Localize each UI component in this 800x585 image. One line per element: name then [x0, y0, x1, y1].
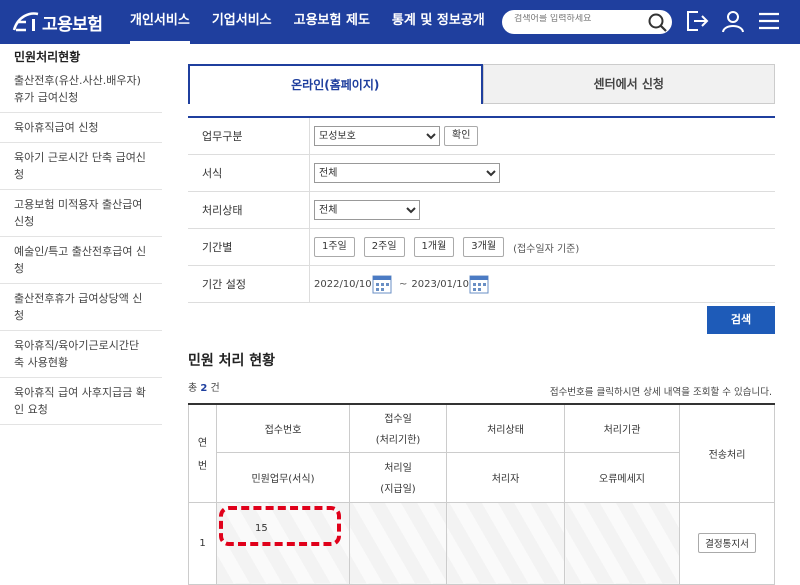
nav-business-services[interactable]: 기업서비스 [212, 0, 272, 44]
form-field: 전체 [310, 155, 500, 191]
row-no: 1 [188, 501, 217, 585]
period-1month-button[interactable]: 1개월 [413, 237, 455, 257]
logo-icon [12, 12, 39, 32]
col-status: 처리상태 [446, 403, 565, 453]
status-field: 전체 [310, 192, 420, 228]
col-no-line2: 번 [197, 461, 208, 473]
sidebar-item-parental-leave[interactable]: 육아휴직급여 신청 [0, 113, 162, 143]
date-to-input[interactable]: 2023/01/10 [411, 279, 469, 290]
col-task: 민원업무(서식) [216, 451, 350, 503]
sidebar: 민원처리현황 출산전후(유산.사산.배우자)휴가 급여신청 육아휴직급여 신청 … [0, 44, 162, 425]
work-type-label: 업무구분 [188, 118, 310, 154]
results-title: 민원 처리 현황 [188, 353, 276, 369]
form-row-period: 기간별 1주일 2주일 1개월 3개월 (접수일자 기준) [188, 229, 775, 266]
user-icon[interactable] [720, 8, 746, 34]
period-1week-button[interactable]: 1주일 [314, 237, 355, 257]
nav-statistics[interactable]: 통계 및 정보공개 [392, 0, 485, 44]
search-form: 업무구분 모성보호 확인 서식 전체 처리상태 전체 기간별 1주일 2주일 1… [188, 116, 775, 303]
count-suffix: 건 [210, 383, 220, 394]
sidebar-item-uninsured-maternity[interactable]: 고용보험 미적용자 출산급여 신청 [0, 190, 162, 237]
application-tabs: 온라인(홈페이지) 센터에서 신청 [188, 64, 775, 104]
confirm-button[interactable]: 확인 [444, 126, 479, 146]
search-icon[interactable] [646, 11, 668, 33]
nav-personal-services[interactable]: 개인서비스 [130, 0, 190, 44]
logo-text: 고용보험 [42, 14, 103, 35]
status-select[interactable]: 전체 [314, 200, 420, 220]
table-header-row: 연 번 접수번호 접수일 (처리기한) 처리상태 처리기관 전송처리 [188, 403, 775, 503]
date-field: 2022/10/10 ~ 2023/01/10 [310, 266, 492, 302]
date-separator: ~ [399, 278, 408, 290]
form-select[interactable]: 전체 [314, 163, 500, 183]
sidebar-item-maternity-equivalent[interactable]: 출산전후휴가 급여상당액 신청 [0, 284, 162, 331]
count-prefix: 총 [188, 383, 198, 394]
sidebar-item-deferred-payment[interactable]: 육아휴직 급여 사후지급금 확인 요청 [0, 378, 162, 425]
col-error: 오류메세지 [564, 451, 680, 503]
search-button[interactable]: 검색 [707, 306, 775, 334]
count-value: 2 [200, 383, 208, 394]
sidebar-title: 민원처리현황 [14, 50, 81, 64]
highlight-annotation [219, 506, 341, 546]
main-nav: 개인서비스 기업서비스 고용보험 제도 통계 및 정보공개 [130, 0, 507, 44]
sidebar-item-artist-maternity[interactable]: 예술인/특고 출산전후급여 신청 [0, 237, 162, 284]
sidebar-item-usage-status[interactable]: 육아휴직/육아기근로시간단축 사용현황 [0, 331, 162, 378]
search-box [502, 10, 672, 34]
col-no: 연 번 [188, 403, 217, 503]
col-receipt-date-line1: 접수일 [384, 414, 412, 426]
results-table: 연 번 접수번호 접수일 (처리기한) 처리상태 처리기관 전송처리 민원업무(… [188, 403, 775, 585]
col-handler: 처리자 [446, 451, 565, 503]
form-row-date: 기간 설정 2022/10/10 ~ 2023/01/10 [188, 266, 775, 303]
sidebar-item-maternity-leave[interactable]: 출산전후(유산.사산.배우자)휴가 급여신청 [0, 66, 162, 113]
date-label: 기간 설정 [188, 266, 310, 302]
period-3month-button[interactable]: 3개월 [463, 237, 505, 257]
row-receipt-date [349, 501, 447, 585]
results-count: 총 2 건 [188, 379, 220, 394]
date-from-input[interactable]: 2022/10/10 [314, 279, 372, 290]
col-no-line1: 연 [197, 438, 208, 450]
col-processed-line2: (지급일) [380, 484, 416, 495]
period-hint: (접수일자 기준) [513, 243, 580, 255]
form-row-work-type: 업무구분 모성보호 확인 [188, 118, 775, 155]
col-agency: 처리기관 [564, 403, 680, 453]
calendar-icon[interactable] [372, 274, 392, 294]
period-2week-button[interactable]: 2주일 [363, 237, 405, 257]
col-receipt-date-line2: (처리기한) [375, 435, 421, 447]
results-note: 접수번호를 클릭하시면 상세 내역을 조회할 수 있습니다. [549, 387, 772, 398]
menu-icon[interactable] [756, 8, 782, 34]
top-navigation-bar: 고용보험 개인서비스 기업서비스 고용보험 제도 통계 및 정보공개 [0, 0, 800, 44]
col-processed-date: 처리일 (지급일) [349, 451, 447, 503]
sidebar-item-reduced-hours[interactable]: 육아기 근로시간 단축 급여신청 [0, 143, 162, 190]
form-label: 서식 [188, 155, 310, 191]
col-electronic: 전송처리 [679, 403, 775, 503]
decision-notice-button[interactable]: 결정통지서 [698, 533, 756, 553]
tab-center[interactable]: 센터에서 신청 [482, 64, 775, 104]
form-row-form: 서식 전체 [188, 155, 775, 192]
row-electronic: 결정통지서 [679, 501, 775, 585]
col-receipt-date: 접수일 (처리기한) [349, 403, 447, 453]
form-row-status: 처리상태 전체 [188, 192, 775, 229]
logout-icon[interactable] [684, 8, 710, 34]
tab-online[interactable]: 온라인(홈페이지) [188, 64, 483, 104]
period-label: 기간별 [188, 229, 310, 265]
logo[interactable]: 고용보험 [12, 8, 103, 36]
work-type-select[interactable]: 모성보호 [314, 126, 440, 146]
status-label: 처리상태 [188, 192, 310, 228]
nav-insurance-system[interactable]: 고용보험 제도 [294, 0, 370, 44]
col-receipt-no: 접수번호 [216, 403, 350, 453]
row-status [446, 501, 565, 585]
col-processed-line1: 처리일 [384, 463, 412, 474]
search-input[interactable] [514, 14, 644, 24]
row-agency [564, 501, 680, 585]
calendar-icon[interactable] [469, 274, 489, 294]
period-field: 1주일 2주일 1개월 3개월 (접수일자 기준) [310, 229, 579, 265]
work-type-field: 모성보호 확인 [310, 118, 483, 154]
